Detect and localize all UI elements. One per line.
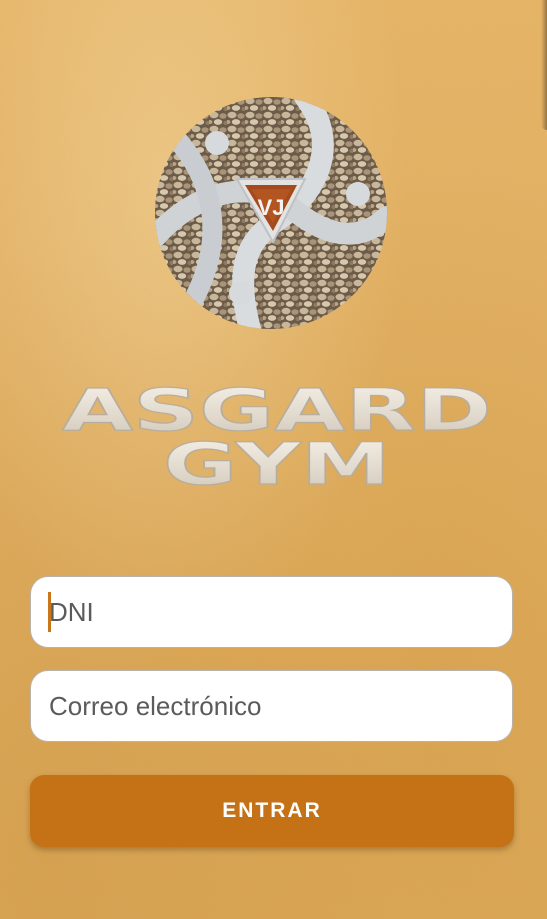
email-input[interactable] <box>30 670 513 742</box>
text-cursor <box>48 592 51 632</box>
brand-title: ASGARD GYM <box>61 378 492 493</box>
brand-line-gym: GYM <box>163 430 391 493</box>
enter-button[interactable]: ENTRAR <box>30 775 514 847</box>
gym-logo: VJ <box>155 97 387 329</box>
dni-input[interactable] <box>30 576 513 648</box>
screen-edge-shadow <box>541 0 547 130</box>
logo-monogram: VJ <box>258 195 285 220</box>
